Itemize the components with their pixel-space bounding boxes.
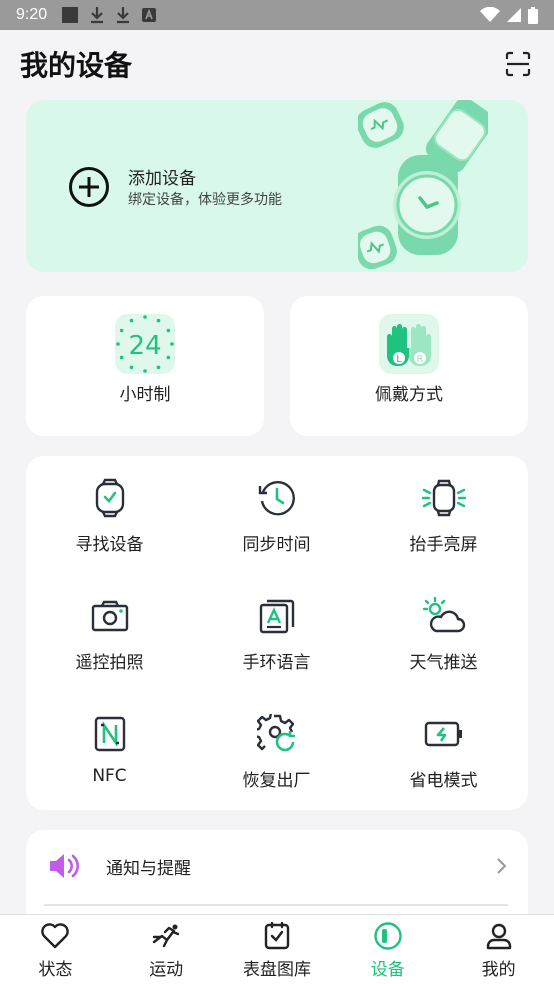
svg-text:R: R <box>417 354 424 365</box>
factory-reset-icon <box>255 712 299 756</box>
add-device-title: 添加设备 <box>128 169 196 189</box>
device-icon <box>373 921 403 951</box>
band-language-button[interactable]: 手环语言 <box>193 574 360 692</box>
tab-watchfaces[interactable]: 表盘图库 <box>222 915 333 984</box>
signal-icon <box>507 8 521 22</box>
find-device-button[interactable]: 寻找设备 <box>26 456 193 574</box>
sync-time-icon <box>255 476 299 520</box>
add-circle-icon <box>69 167 109 207</box>
run-icon <box>151 921 181 951</box>
divider <box>44 904 508 906</box>
scan-icon <box>505 51 531 77</box>
tab-device-label: 设备 <box>370 960 405 980</box>
page-header: 我的设备 <box>0 30 554 98</box>
sync-time-button[interactable]: 同步时间 <box>193 456 360 574</box>
heart-icon <box>40 921 70 951</box>
profile-icon <box>484 921 514 951</box>
remote-camera-label: 遥控拍照 <box>75 653 144 673</box>
hour-format-label: 小时制 <box>119 385 171 405</box>
watchface-icon <box>262 921 292 951</box>
battery-icon <box>528 6 538 24</box>
download-icon <box>91 7 104 24</box>
raise-wake-icon <box>421 476 466 520</box>
raise-wake-label: 抬手亮屏 <box>409 535 478 555</box>
raise-to-wake-button[interactable]: 抬手亮屏 <box>360 456 527 574</box>
remote-camera-button[interactable]: 遥控拍照 <box>26 574 193 692</box>
page-title: 我的设备 <box>20 49 133 82</box>
camera-icon <box>88 594 132 638</box>
watch-icon <box>88 476 132 520</box>
factory-reset-label: 恢复出厂 <box>242 771 311 791</box>
notifications-label: 通知与提醒 <box>106 858 191 879</box>
device-functions-card: 寻找设备 同步时间 抬手亮屏 遥控拍照 手环语言 天气推送 NFC 恢复出厂 省… <box>26 456 528 810</box>
tab-profile[interactable]: 我的 <box>443 915 554 984</box>
download-icon <box>117 7 130 24</box>
wear-mode-card[interactable]: L R 佩戴方式 <box>290 296 528 436</box>
nfc-label: NFC <box>92 766 127 786</box>
language-icon <box>255 594 299 638</box>
sync-time-label: 同步时间 <box>242 535 311 555</box>
weather-push-button[interactable]: 天气推送 <box>360 574 527 692</box>
wifi-icon <box>480 7 500 22</box>
weather-icon <box>422 594 466 638</box>
tab-profile-label: 我的 <box>481 960 516 980</box>
power-saving-button[interactable]: 省电模式 <box>360 692 527 810</box>
add-device-subtitle: 绑定设备，体验更多功能 <box>128 192 282 208</box>
tab-device[interactable]: 设备 <box>332 915 443 984</box>
find-device-label: 寻找设备 <box>75 535 144 555</box>
tab-watchfaces-label: 表盘图库 <box>242 960 311 980</box>
add-device-card[interactable]: 添加设备 绑定设备，体验更多功能 <box>26 100 528 272</box>
chevron-right-icon <box>497 858 507 874</box>
status-bar: 9:20 <box>0 0 554 30</box>
watches-illustration <box>358 100 488 270</box>
tab-sport-label: 运动 <box>149 960 184 980</box>
battery-saver-icon <box>422 712 466 756</box>
nfc-icon <box>88 712 132 756</box>
svg-text:L: L <box>396 354 402 365</box>
band-language-label: 手环语言 <box>242 653 311 673</box>
power-saving-label: 省电模式 <box>409 771 478 791</box>
weather-push-label: 天气推送 <box>409 653 478 673</box>
speaker-icon <box>50 854 79 878</box>
scan-button[interactable] <box>502 48 534 80</box>
wear-hands-icon: L R <box>379 314 439 374</box>
notifications-row[interactable]: 通知与提醒 <box>26 830 528 902</box>
hour-badge: 24 <box>128 331 161 361</box>
tab-sport[interactable]: 运动 <box>111 915 222 984</box>
wear-mode-label: 佩戴方式 <box>375 385 443 405</box>
bottom-tab-bar: 状态 运动 表盘图库 设备 我的 <box>0 914 554 984</box>
app-notification-icon <box>142 8 157 22</box>
status-time: 9:20 <box>16 6 48 23</box>
tab-status-label: 状态 <box>38 960 73 980</box>
hour-format-card[interactable]: 24 小时制 <box>26 296 264 436</box>
tab-status[interactable]: 状态 <box>0 915 111 984</box>
factory-reset-button[interactable]: 恢复出厂 <box>193 692 360 810</box>
status-notification-icons <box>61 6 157 24</box>
hour-24-icon: 24 <box>115 314 175 374</box>
nfc-button[interactable]: NFC <box>26 692 193 810</box>
square-notification-icon <box>62 7 79 23</box>
